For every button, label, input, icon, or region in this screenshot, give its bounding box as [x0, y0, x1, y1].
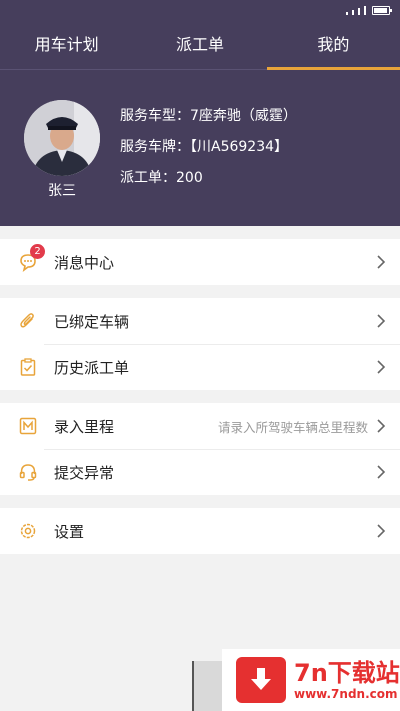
menu-label-messages: 消息中心 — [54, 253, 115, 272]
menu-label-settings: 设置 — [54, 522, 85, 541]
profile-header: 张三 服务车型：7座奔驰（威霆） 服务车牌：【川A569234】 派工单：200 — [0, 70, 400, 226]
user-name: 张三 — [48, 183, 76, 199]
menu-label-history: 历史派工单 — [54, 358, 130, 377]
chevron-right-icon — [377, 419, 386, 433]
download-arrow-icon — [236, 657, 286, 703]
tab-dispatch-orders[interactable]: 派工单 — [133, 22, 266, 69]
menu-item-bound-vehicles[interactable]: 已绑定车辆 — [0, 298, 400, 344]
menu-label-mileage: 录入里程 — [54, 417, 115, 436]
menu-item-report[interactable]: 提交异常 — [0, 449, 400, 495]
user-info: 服务车型：7座奔驰（威霆） 服务车牌：【川A569234】 派工单：200 — [120, 106, 297, 199]
gear-icon — [18, 521, 38, 541]
mileage-m-icon — [18, 416, 38, 436]
chevron-right-icon — [377, 314, 386, 328]
menu-label-report: 提交异常 — [54, 463, 115, 482]
tab-mine[interactable]: 我的 — [266, 22, 400, 70]
chevron-right-icon — [377, 524, 386, 538]
menu-group-messages: 2 消息中心 — [0, 239, 400, 285]
menu-item-messages[interactable]: 2 消息中心 — [0, 239, 400, 285]
chevron-right-icon — [377, 465, 386, 479]
mileage-hint: 请录入所驾驶车辆总里程数 — [217, 419, 368, 435]
menu-label-bound-vehicles: 已绑定车辆 — [54, 312, 130, 331]
menu-group-vehicles: 已绑定车辆 历史派工单 — [0, 298, 400, 390]
menu-item-settings[interactable]: 设置 — [0, 508, 400, 554]
vehicle-type: 服务车型：7座奔驰（威霆） — [120, 108, 297, 124]
menu-group-settings: 设置 — [0, 508, 400, 554]
paperclip-icon — [18, 311, 38, 331]
tab-bar: 用车计划 派工单 我的 — [0, 22, 400, 70]
vehicle-plate: 服务车牌：【川A569234】 — [120, 139, 289, 155]
battery-icon — [372, 6, 392, 15]
avatar[interactable] — [24, 100, 100, 176]
chevron-right-icon — [377, 360, 386, 374]
unread-badge: 2 — [30, 244, 45, 259]
status-icons — [346, 6, 392, 15]
watermark: 7n下载站 www.7ndn.com — [222, 649, 400, 711]
dispatch-count: 派工单：200 — [120, 170, 203, 186]
clipboard-check-icon — [18, 357, 38, 377]
tab-vehicle-plan[interactable]: 用车计划 — [0, 22, 133, 69]
menu-group-tools: 录入里程 请录入所驾驶车辆总里程数 提交异常 — [0, 403, 400, 495]
headset-icon — [18, 462, 38, 482]
chat-icon: 2 — [18, 244, 45, 272]
chevron-right-icon — [377, 255, 386, 269]
status-bar — [0, 0, 400, 22]
watermark-url: www.7ndn.com — [294, 687, 398, 701]
menu-item-mileage[interactable]: 录入里程 请录入所驾驶车辆总里程数 — [0, 403, 400, 449]
menu-item-history[interactable]: 历史派工单 — [0, 344, 400, 390]
watermark-edge — [192, 661, 222, 711]
watermark-title: 7n下载站 — [294, 659, 400, 687]
